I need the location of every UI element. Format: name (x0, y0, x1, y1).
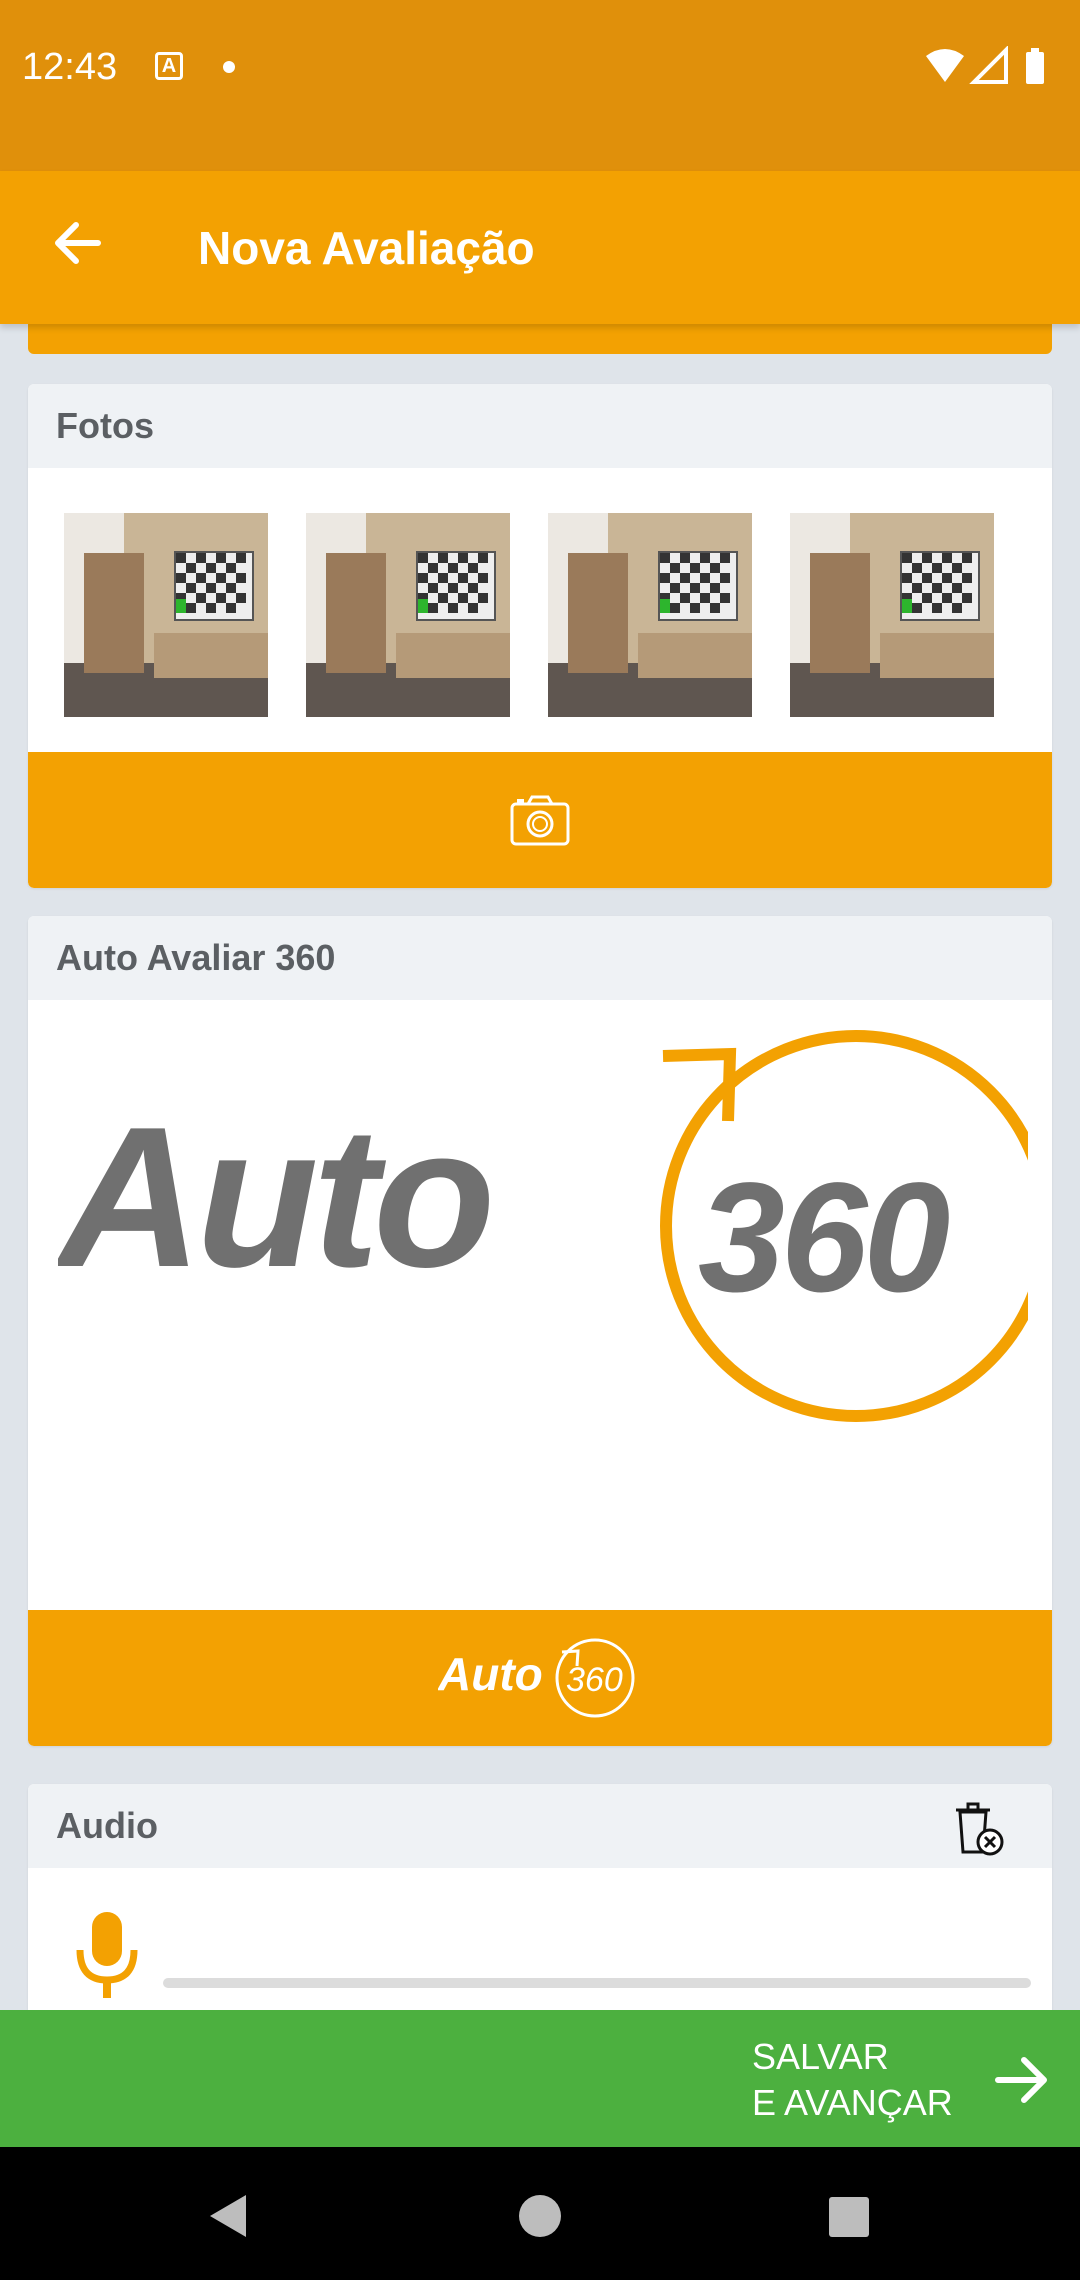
auto360-card: Auto Avaliar 360 Auto 360 Auto 360 (28, 916, 1052, 1746)
logo-number: 360 (698, 1151, 950, 1325)
status-bar: 12:43 A (0, 0, 1080, 171)
small-logo-number: 360 (566, 1661, 623, 1699)
app-bar: Nova Avaliação (0, 171, 1080, 324)
fotos-title: Fotos (56, 405, 154, 446)
small-logo-word: Auto (438, 1648, 543, 1700)
auto360-card-header: Auto Avaliar 360 (28, 916, 1052, 1000)
photo-thumbnail[interactable] (306, 513, 510, 717)
microphone-icon[interactable] (72, 1910, 142, 2002)
photo-thumbnails (28, 468, 1052, 752)
auto360-button[interactable]: Auto 360 (28, 1610, 1052, 1746)
audio-card-header: Audio (28, 1784, 1052, 1868)
auto360-small-logo-icon: Auto 360 (438, 1638, 635, 1718)
auto360-title: Auto Avaliar 360 (56, 937, 336, 978)
battery-icon (1026, 52, 1044, 84)
scroll-content[interactable]: Fotos Auto Avaliar 360 Auto 360 Auto 360… (0, 324, 1080, 2010)
previous-section-button[interactable] (28, 324, 1052, 354)
auto360-logo: Auto 360 (58, 1030, 1028, 1422)
signal-icon (969, 46, 1008, 84)
page-title: Nova Avaliação (198, 222, 535, 274)
audio-card: Audio (28, 1784, 1052, 2010)
save-label-line1: SALVAR (752, 2036, 889, 2077)
fotos-card: Fotos (28, 384, 1052, 888)
save-and-advance-button[interactable]: SALVAR E AVANÇAR (0, 2010, 1080, 2147)
delete-audio-icon[interactable] (946, 1796, 1008, 1858)
save-label-line2: E AVANÇAR (752, 2082, 953, 2123)
system-nav-bar (0, 2147, 1080, 2280)
photo-thumbnail[interactable] (548, 513, 752, 717)
nav-home-icon[interactable] (519, 2195, 561, 2237)
audio-progress-track[interactable] (163, 1978, 1031, 1988)
fotos-card-header: Fotos (28, 384, 1052, 468)
audio-player (28, 1868, 1052, 2010)
nav-back-icon[interactable] (206, 2193, 248, 2239)
photo-thumbnail[interactable] (790, 513, 994, 717)
audio-title: Audio (56, 1805, 158, 1846)
logo-word: Auto (58, 1086, 489, 1309)
wifi-icon (926, 49, 964, 82)
back-arrow-icon[interactable] (46, 211, 110, 275)
save-button-label: SALVAR E AVANÇAR (752, 2034, 953, 2126)
notification-dot-icon (223, 61, 235, 73)
nav-recents-icon[interactable] (829, 2197, 869, 2237)
photo-thumbnail[interactable] (64, 513, 268, 717)
status-icons (926, 46, 1044, 84)
keyboard-notification-icon: A (155, 52, 183, 80)
add-photo-button[interactable] (28, 752, 1052, 888)
status-time: 12:43 (22, 46, 118, 88)
camera-icon (510, 795, 570, 846)
forward-arrow-icon (995, 2057, 1047, 2103)
